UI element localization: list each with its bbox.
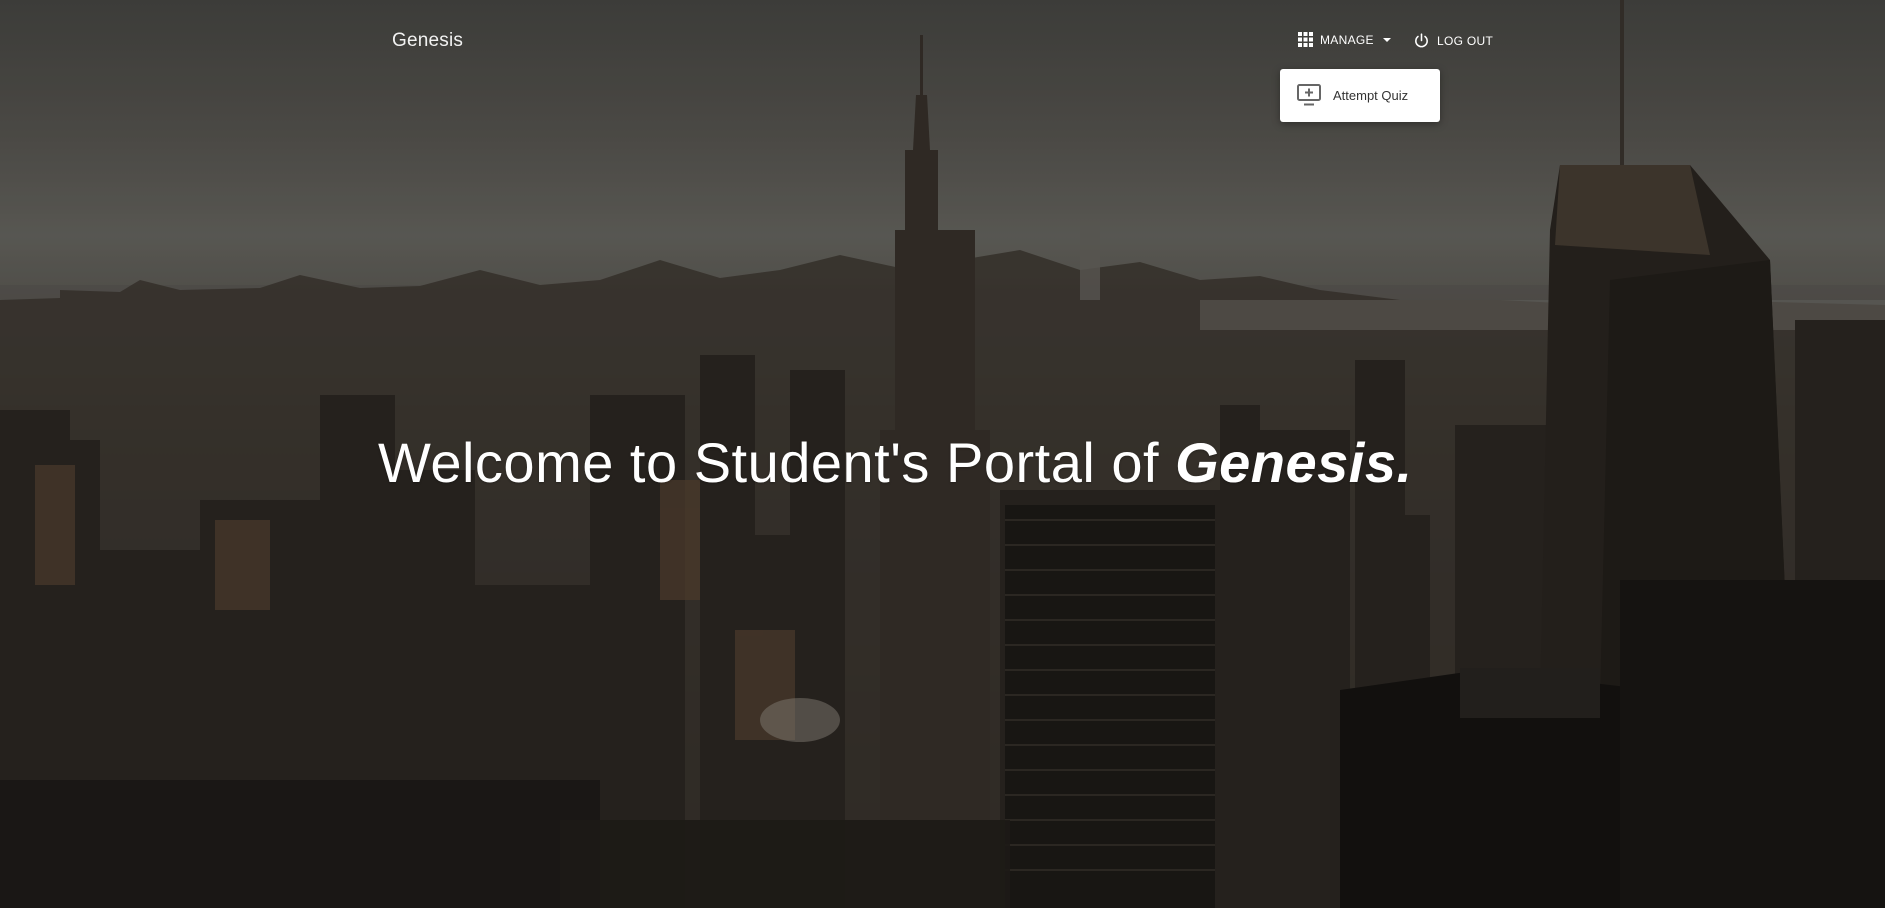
manage-label: MANAGE <box>1320 32 1374 47</box>
hero-section: Genesis MANAGE LOG OUT Attempt Quiz Welc… <box>0 0 1885 908</box>
brand-logo[interactable]: Genesis <box>392 30 463 52</box>
menu-item-label: Attempt Quiz <box>1333 88 1409 103</box>
manage-menu-button[interactable]: MANAGE <box>1298 32 1391 47</box>
caret-down-icon <box>1382 37 1391 42</box>
menu-item-attempt-quiz[interactable]: Attempt Quiz <box>1280 69 1440 122</box>
apps-grid-icon <box>1298 32 1313 47</box>
headline-text: Welcome to Student's Portal of <box>378 431 1176 494</box>
logout-button[interactable]: LOG OUT <box>1413 32 1493 49</box>
add-to-queue-icon <box>1297 84 1321 106</box>
headline-brand: Genesis. <box>1175 431 1413 494</box>
manage-dropdown-menu: Attempt Quiz <box>1280 69 1440 122</box>
logout-label: LOG OUT <box>1437 33 1494 48</box>
hero-headline: Welcome to Student's Portal of Genesis. <box>378 430 1413 495</box>
power-icon <box>1415 33 1428 48</box>
top-navbar: Genesis MANAGE LOG OUT <box>0 0 1885 84</box>
